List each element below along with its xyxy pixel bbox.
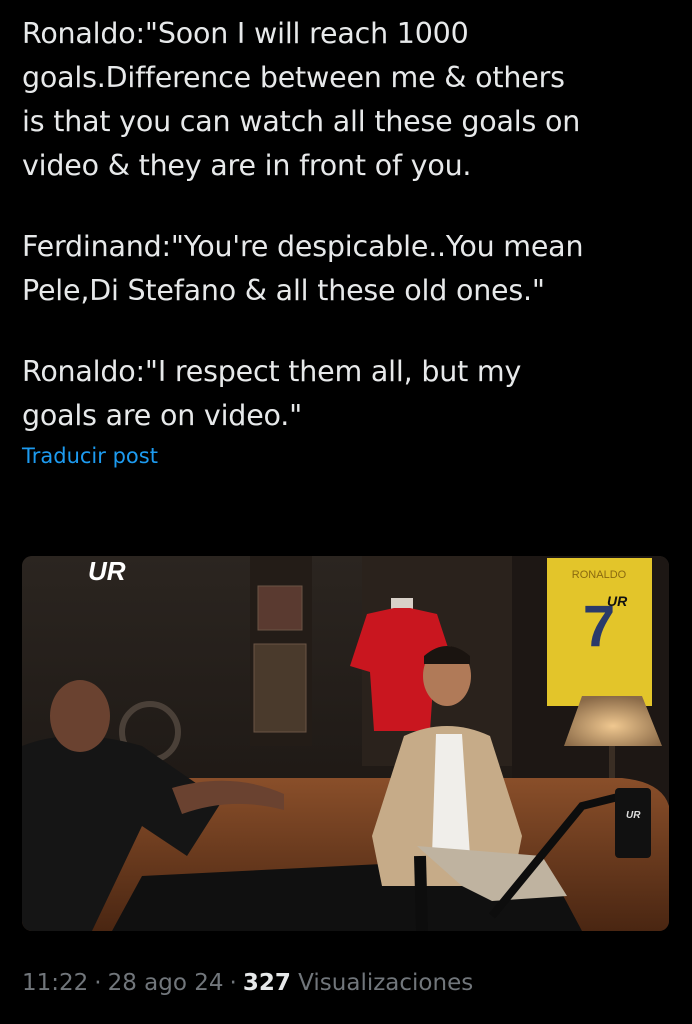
podcast-scene: RONALDO 7 UR UR UR <box>22 556 669 931</box>
mic-logo-text: UR <box>626 810 641 821</box>
translate-post-link[interactable]: Traducir post <box>22 444 158 468</box>
post-date[interactable]: 28 ago 24 <box>108 970 224 996</box>
shirt-name-text: RONALDO <box>572 569 627 581</box>
tweet-paragraph-3: Ronaldo:"I respect them all, but my goal… <box>22 355 522 432</box>
separator-dot: · <box>94 970 102 996</box>
tweet-paragraph-2: Ferdinand:"You're despicable..You mean P… <box>22 230 584 307</box>
views-label: Visualizaciones <box>298 970 474 996</box>
watermark-logo: UR <box>88 556 126 586</box>
tweet-body: Ronaldo:"Soon I will reach 1000 goals.Di… <box>22 12 672 468</box>
post-time[interactable]: 11:22 <box>22 970 88 996</box>
microphone <box>615 788 651 858</box>
tweet-meta: 11:22 · 28 ago 24 · 327 Visualizaciones <box>22 970 473 996</box>
tweet-paragraph-1: Ronaldo:"Soon I will reach 1000 goals.Di… <box>22 17 581 182</box>
shirt-logo-text: UR <box>607 593 628 609</box>
views-count: 327 <box>242 970 291 996</box>
tweet-media-image[interactable]: RONALDO 7 UR UR UR <box>22 556 669 931</box>
separator-dot: · <box>229 970 237 996</box>
